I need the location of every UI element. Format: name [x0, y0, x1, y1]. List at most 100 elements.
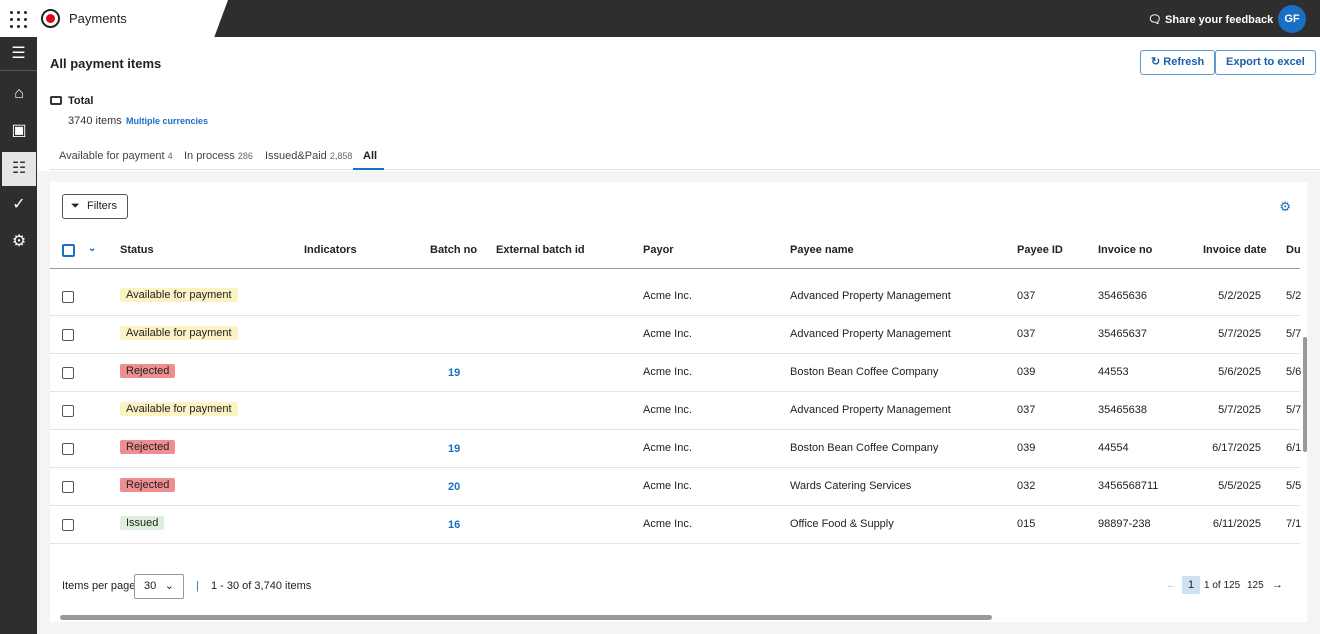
row-checkbox[interactable] — [62, 481, 74, 493]
col-batch-no[interactable]: Batch no — [430, 244, 477, 256]
table-row[interactable]: Available for payment Acme Inc. Advanced… — [50, 316, 1302, 354]
payor: Acme Inc. — [643, 366, 692, 378]
current-page[interactable]: 1 — [1182, 576, 1201, 594]
vertical-scrollbar[interactable] — [1303, 337, 1307, 452]
table-row[interactable]: Rejected 19 Acme Inc. Boston Bean Coffee… — [50, 354, 1302, 392]
check-circle-icon[interactable]: ✓ — [2, 188, 36, 222]
tabs: Available for payment 4 In process 286 I… — [50, 145, 1320, 170]
status-badge: Available for payment — [120, 326, 238, 340]
batch-link[interactable]: 20 — [448, 481, 460, 493]
status-badge: Issued — [120, 516, 165, 530]
export-excel-button[interactable]: Export to excel — [1215, 50, 1316, 75]
payee-id: 032 — [1017, 480, 1036, 492]
invoice-no: 44554 — [1098, 442, 1129, 454]
payee-name: Advanced Property Management — [790, 290, 951, 302]
due-date: 5/6 — [1286, 366, 1302, 378]
active-tab-indicator — [353, 168, 384, 170]
select-all-checkbox[interactable] — [62, 244, 75, 257]
tab-all[interactable]: All — [363, 150, 377, 162]
invoice-no: 35465638 — [1098, 404, 1147, 416]
chevron-down-icon: ⌄ — [164, 580, 174, 592]
status-badge: Rejected — [120, 440, 176, 454]
batch-link[interactable]: 19 — [448, 367, 460, 379]
col-indicators[interactable]: Indicators — [304, 244, 357, 256]
payee-name: Office Food & Supply — [790, 518, 894, 530]
app-launcher-icon[interactable] — [10, 11, 27, 28]
payor: Acme Inc. — [643, 518, 692, 530]
row-checkbox[interactable] — [62, 519, 74, 531]
row-checkbox[interactable] — [62, 367, 74, 379]
table-row[interactable]: Rejected 19 Acme Inc. Boston Bean Coffee… — [50, 430, 1302, 468]
batch-link[interactable]: 16 — [448, 519, 460, 531]
row-checkbox[interactable] — [62, 291, 74, 303]
logo-icon — [41, 9, 60, 28]
list-icon[interactable]: ☷ — [2, 152, 36, 186]
invoice-date: 5/2/2025 — [1218, 290, 1261, 302]
table-settings-icon[interactable]: ⚙ — [1279, 199, 1291, 215]
gear-icon[interactable]: ⚙ — [2, 225, 36, 259]
table-row[interactable]: Rejected 20 Acme Inc. Wards Catering Ser… — [50, 468, 1302, 506]
col-payee-id[interactable]: Payee ID — [1017, 244, 1063, 256]
row-checkbox[interactable] — [62, 329, 74, 341]
home-icon[interactable]: ⌂ — [2, 77, 36, 111]
prev-page-icon[interactable]: ← — [1166, 579, 1177, 591]
payor: Acme Inc. — [643, 480, 692, 492]
table-row[interactable]: Available for payment Acme Inc. Advanced… — [50, 278, 1302, 316]
invoice-date: 5/7/2025 — [1218, 404, 1261, 416]
page-title: All payment items — [50, 56, 162, 71]
refresh-label: Refresh — [1163, 56, 1205, 68]
filters-button[interactable]: Filters — [62, 194, 128, 219]
invoice-no: 35465636 — [1098, 290, 1147, 302]
payee-id: 037 — [1017, 328, 1036, 340]
money-icon[interactable]: ▣ — [2, 114, 36, 148]
page-of-label: 1 of 125 — [1204, 580, 1241, 591]
refresh-button[interactable]: ↻ Refresh — [1140, 50, 1216, 75]
avatar[interactable]: GF — [1278, 5, 1306, 33]
brand-area: Payments — [0, 0, 228, 37]
batch-link[interactable]: 19 — [448, 443, 460, 455]
col-payee-name[interactable]: Payee name — [790, 244, 854, 256]
due-date: 5/5 — [1286, 480, 1302, 492]
items-per-page-select[interactable]: 30 ⌄ — [134, 574, 184, 599]
col-external-batch-id[interactable]: External batch id — [496, 244, 585, 256]
payee-id: 015 — [1017, 518, 1036, 530]
horizontal-scrollbar[interactable] — [60, 615, 992, 620]
due-date: 6/1 — [1286, 442, 1302, 454]
invoice-date: 6/11/2025 — [1212, 518, 1261, 530]
tab-available[interactable]: Available for payment 4 — [59, 150, 173, 162]
invoice-date: 6/17/2025 — [1212, 442, 1261, 454]
row-checkbox[interactable] — [62, 405, 74, 417]
row-checkbox[interactable] — [62, 443, 74, 455]
share-feedback-button[interactable]: 🗨 Share your feedback — [1148, 13, 1273, 26]
payee-name: Wards Catering Services — [790, 480, 912, 492]
multiple-currencies-link[interactable]: Multiple currencies — [126, 116, 208, 126]
menu-icon[interactable]: ☰ — [0, 37, 37, 71]
invoice-date: 5/7/2025 — [1218, 328, 1261, 340]
pagination: Items per page 30 ⌄ | 1 - 30 of 3,740 ite… — [50, 572, 1307, 602]
last-page[interactable]: 125 — [1247, 580, 1264, 591]
invoice-date: 5/6/2025 — [1218, 366, 1261, 378]
payee-name: Advanced Property Management — [790, 404, 951, 416]
tab-issued-paid[interactable]: Issued&Paid 2,858 — [265, 150, 352, 162]
col-due[interactable]: Du — [1286, 244, 1301, 256]
col-invoice-no[interactable]: Invoice no — [1098, 244, 1152, 256]
status-badge: Available for payment — [120, 402, 238, 416]
col-payor[interactable]: Payor — [643, 244, 674, 256]
next-page-icon[interactable]: → — [1272, 579, 1283, 591]
total-label: Total — [68, 95, 94, 107]
payee-name: Boston Bean Coffee Company — [790, 442, 939, 454]
tab-in-process[interactable]: In process 286 — [184, 150, 253, 162]
invoice-date: 5/5/2025 — [1218, 480, 1261, 492]
table-row[interactable]: Issued 16 Acme Inc. Office Food & Supply… — [50, 506, 1301, 544]
payor: Acme Inc. — [643, 442, 692, 454]
invoice-no: 3456568711 — [1098, 480, 1159, 492]
col-invoice-date[interactable]: Invoice date — [1203, 244, 1267, 256]
due-date: 5/2 — [1286, 290, 1302, 302]
payor: Acme Inc. — [643, 404, 692, 416]
table-row[interactable]: Available for payment Acme Inc. Advanced… — [50, 392, 1301, 430]
due-date: 5/7 — [1286, 328, 1302, 340]
chevron-down-icon[interactable]: ⌄ — [88, 243, 96, 254]
feedback-label: Share your feedback — [1165, 14, 1274, 26]
range-label: 1 - 30 of 3,740 items — [211, 580, 312, 592]
col-status[interactable]: Status — [120, 244, 154, 256]
